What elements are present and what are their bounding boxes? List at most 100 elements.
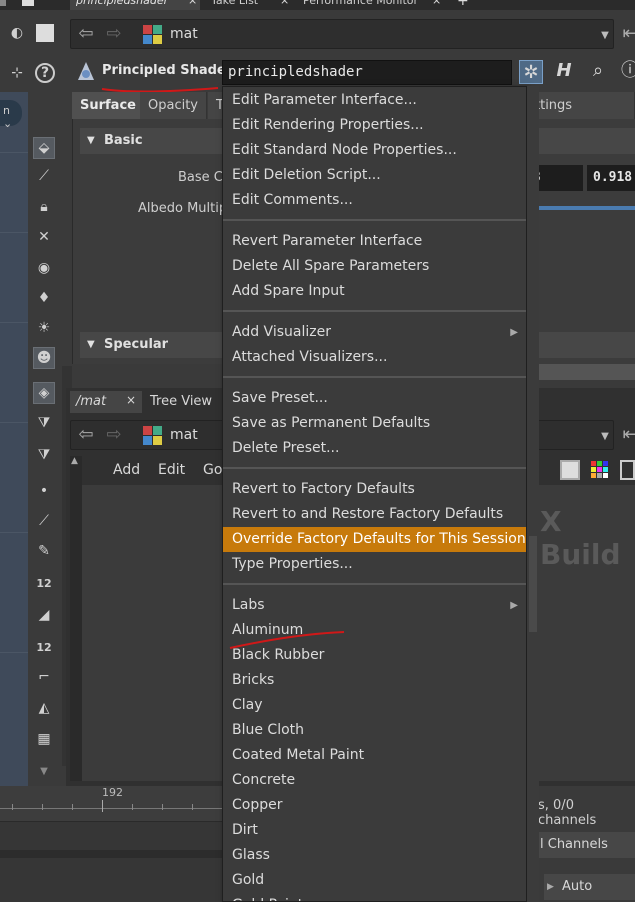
menu-edit[interactable]: Edit — [158, 462, 185, 478]
pin-icon[interactable]: ⇤ — [620, 425, 635, 445]
tab-tree-view[interactable]: Tree View — [144, 391, 224, 413]
node-name-input[interactable]: principledshader — [222, 60, 512, 85]
menu-item-type-properties[interactable]: Type Properties... — [223, 552, 526, 577]
menu-item-copper[interactable]: Copper — [223, 793, 526, 818]
menu-item-edit-parameter-interface[interactable]: Edit Parameter Interface... — [223, 88, 526, 113]
network-scrollbar[interactable]: ▲ — [70, 456, 82, 781]
tab-surface[interactable]: Surface — [72, 92, 145, 119]
menu-icon[interactable] — [0, 0, 6, 6]
menu-item-labs[interactable]: Labs ▶ — [223, 593, 526, 618]
color-palette-icon[interactable] — [590, 460, 610, 480]
tab-take-list[interactable]: Take List — [205, 0, 291, 10]
menu-item-delete-all-spare-parameters[interactable]: Delete All Spare Parameters — [223, 254, 526, 279]
menu-item-save-preset[interactable]: Save Preset... — [223, 386, 526, 411]
lightbulb-icon[interactable]: ☀ — [33, 317, 55, 339]
edge-icon[interactable]: ⟋ — [33, 510, 55, 532]
timeline-ruler[interactable]: 192 — [0, 786, 225, 822]
tab-settings[interactable]: ttings — [527, 92, 635, 119]
menu-item-coated-metal-paint[interactable]: Coated Metal Paint — [223, 743, 526, 768]
menu-item-label: Gold — [232, 872, 265, 888]
sphere-icon[interactable]: ◉ — [33, 257, 55, 279]
tab-performance-monitor[interactable]: Performance Monitor — [297, 0, 447, 10]
menu-item-label: Edit Standard Node Properties... — [232, 142, 457, 158]
menu-item-revert-to-factory-defaults[interactable]: Revert to Factory Defaults — [223, 477, 526, 502]
chevron-down-icon[interactable]: ▼ — [598, 431, 612, 442]
menu-item-concrete[interactable]: Concrete — [223, 768, 526, 793]
display-icon[interactable] — [34, 22, 56, 44]
pen-icon[interactable]: ✎ — [33, 540, 55, 562]
shading-icon[interactable]: ◈ — [33, 382, 55, 404]
chevron-down-icon[interactable]: ▼ — [598, 30, 612, 41]
close-icon[interactable]: × — [432, 0, 441, 7]
menu-item-add-spare-input[interactable]: Add Spare Input — [223, 279, 526, 304]
camera-icon[interactable]: ⧩ — [33, 412, 55, 434]
curve-icon[interactable]: ⌐ — [33, 666, 55, 688]
handles-icon[interactable]: ⊹ — [6, 62, 28, 84]
menu-item-attached-visualizers[interactable]: Attached Visualizers... — [223, 345, 526, 370]
transform-icon[interactable]: ⟋ — [33, 165, 55, 187]
snap-icon[interactable]: ✕ — [33, 226, 55, 248]
menu-item-glass[interactable]: Glass — [223, 843, 526, 868]
menu-item-edit-comments[interactable]: Edit Comments... — [223, 188, 526, 213]
menu-item-override-factory-defaults-for-this-session[interactable]: Override Factory Defaults for This Sessi… — [223, 527, 526, 552]
channels-button[interactable]: l Channels — [538, 832, 635, 858]
help-h-icon[interactable]: H — [552, 59, 576, 83]
menu-scrollbar[interactable] — [527, 86, 539, 902]
close-icon[interactable]: × — [126, 393, 136, 407]
menu-add[interactable]: Add — [113, 462, 140, 478]
back-arrow-icon[interactable]: ⇦ — [76, 24, 96, 44]
menu-go[interactable]: Go — [203, 462, 222, 478]
tab-opacity[interactable]: Opacity — [140, 92, 208, 119]
viewport-icon[interactable]: ◐ — [6, 22, 28, 44]
menu-scroll-thumb[interactable] — [529, 536, 537, 632]
light-icon[interactable]: ♦ — [33, 287, 55, 309]
menu-item-dirt[interactable]: Dirt — [223, 818, 526, 843]
camera-view-icon[interactable]: ⧩ — [33, 444, 55, 466]
add-tab-icon[interactable]: + — [457, 0, 469, 9]
close-icon[interactable]: × — [280, 0, 289, 7]
menu-item-clay[interactable]: Clay — [223, 693, 526, 718]
close-icon[interactable]: × — [188, 0, 197, 7]
menu-item-revert-to-and-restore-factory-defaults[interactable]: Revert to and Restore Factory Defaults — [223, 502, 526, 527]
menu-item-save-as-permanent-defaults[interactable]: Save as Permanent Defaults — [223, 411, 526, 436]
ghost-icon[interactable]: ☻ — [33, 347, 55, 369]
pin-icon[interactable]: ⇤ — [620, 24, 635, 44]
menu-item-edit-deletion-script[interactable]: Edit Deletion Script... — [223, 163, 526, 188]
lock-icon[interactable]: 🔒︎ — [33, 196, 55, 218]
scroll-down-icon[interactable]: ▼ — [33, 760, 55, 782]
forward-arrow-icon[interactable]: ⇨ — [104, 24, 124, 44]
number-icon[interactable]: 12 — [33, 636, 55, 658]
menu-item-revert-parameter-interface[interactable]: Revert Parameter Interface — [223, 229, 526, 254]
albedo-slider[interactable] — [527, 206, 635, 210]
menu-item-edit-rendering-properties[interactable]: Edit Rendering Properties... — [223, 113, 526, 138]
grid-icon[interactable] — [620, 460, 635, 480]
auto-update-button[interactable]: Auto Update — [544, 874, 635, 900]
window-icon[interactable] — [22, 0, 34, 6]
brush-icon[interactable]: ◢ — [33, 604, 55, 626]
menu-item-add-visualizer[interactable]: Add Visualizer ▶ — [223, 320, 526, 345]
help-icon[interactable]: ? — [34, 62, 56, 84]
plane-icon[interactable]: ◭ — [33, 697, 55, 719]
menu-item-edit-standard-node-properties[interactable]: Edit Standard Node Properties... — [223, 138, 526, 163]
menu-item-delete-preset[interactable]: Delete Preset... — [223, 436, 526, 461]
search-icon[interactable]: ⌕ — [586, 59, 610, 83]
info-icon[interactable]: ⓘ — [618, 59, 635, 83]
point-icon[interactable]: • — [33, 480, 55, 502]
base-color-b-field[interactable]: 0.918 — [587, 165, 635, 191]
checker-icon[interactable]: ▦ — [33, 728, 55, 750]
menu-item-gold[interactable]: Gold — [223, 868, 526, 893]
gear-icon[interactable]: ✲ — [519, 60, 543, 84]
number-icon[interactable]: 12 — [33, 572, 55, 594]
list-view-icon[interactable] — [560, 460, 580, 480]
menu-item-gold-paint[interactable]: Gold Paint — [223, 893, 526, 901]
tab-principledshader[interactable]: principledshader — [70, 0, 200, 10]
context-menu: Edit Parameter Interface... Edit Renderin… — [222, 86, 527, 902]
menu-item-blue-cloth[interactable]: Blue Cloth — [223, 718, 526, 743]
forward-arrow-icon[interactable]: ⇨ — [104, 425, 124, 445]
select-tool-icon[interactable]: ⬙ — [33, 137, 55, 159]
viewport-menu-button[interactable]: n ⌄ — [0, 100, 22, 130]
timeline-range-bar[interactable] — [0, 850, 225, 858]
menu-item-bricks[interactable]: Bricks — [223, 668, 526, 693]
horizontal-scrollbar[interactable] — [527, 364, 635, 380]
back-arrow-icon[interactable]: ⇦ — [76, 425, 96, 445]
